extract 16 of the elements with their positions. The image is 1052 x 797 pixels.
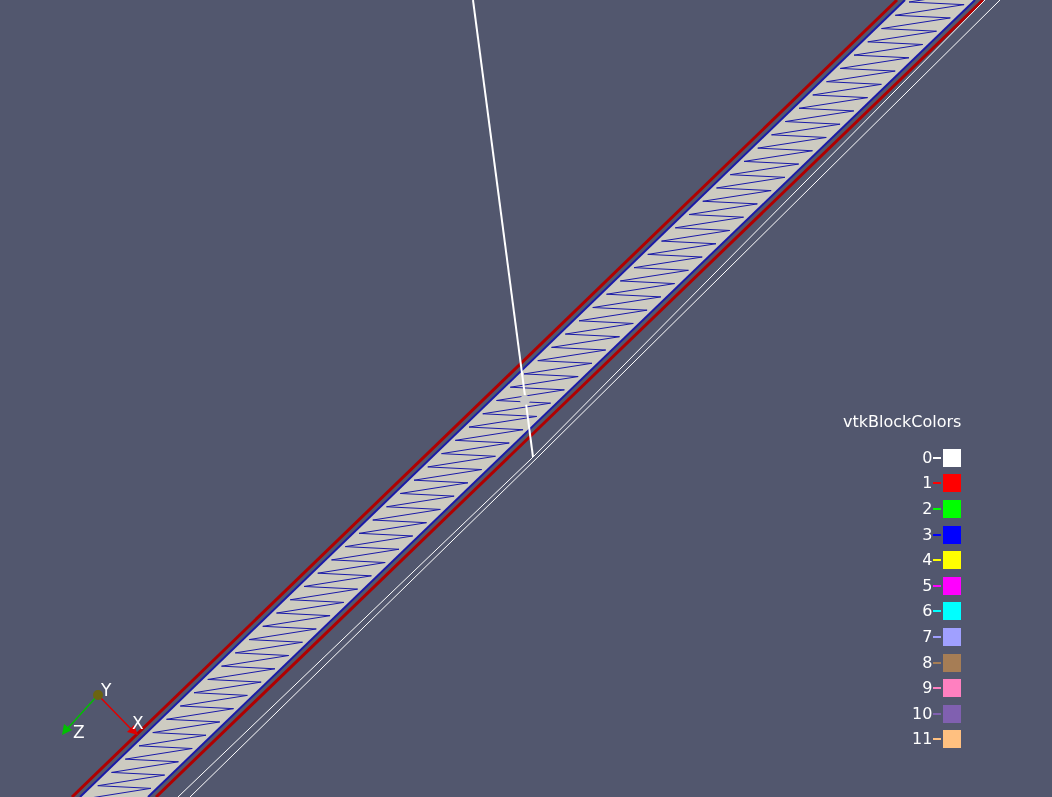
legend-label: 2 [922,499,933,519]
legend-label: 6 [922,601,933,622]
legend-label: 10 [912,703,933,724]
legend-label: 7 [922,626,933,647]
axis-label: X [132,713,144,733]
legend-title: vtkBlockColors [843,411,962,433]
legend-label: 3 [922,524,933,545]
legend-label: 4 [922,550,933,571]
axis-label: Y [101,680,112,700]
legend-label: 1 [922,473,933,494]
axis-label: Z [73,722,85,742]
legend-label: 11 [912,729,933,750]
legend-label: 8 [922,652,933,673]
legend-label: 9 [922,678,933,699]
legend-label: 5 [922,575,933,596]
legend-label: 0 [922,447,933,468]
